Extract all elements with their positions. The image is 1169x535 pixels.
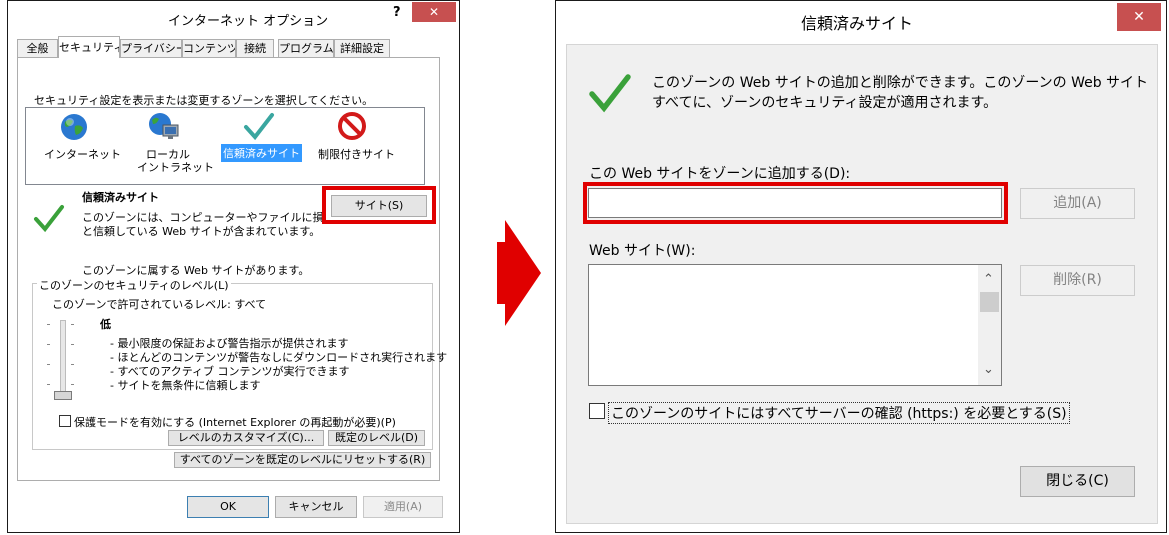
trusted-checkmark-icon <box>34 205 64 233</box>
info-checkmark-icon <box>589 74 631 113</box>
protected-mode-checkbox[interactable] <box>59 415 71 427</box>
zone-description-line2: と信頼している Web サイトが含まれています。 <box>82 225 321 238</box>
scroll-down-arrow[interactable]: ⌄ <box>983 362 994 377</box>
arrow-right-icon <box>497 220 541 326</box>
tab-security[interactable]: セキュリティ <box>58 36 120 58</box>
require-https-checkbox[interactable] <box>589 403 605 419</box>
add-website-input-highlight <box>583 182 1008 224</box>
checkmark-icon <box>244 113 274 141</box>
ok-button[interactable]: OK <box>187 496 269 518</box>
help-button[interactable]: ? <box>393 5 401 20</box>
window-title: インターネット オプション <box>168 14 329 29</box>
info-line1: このゾーンの Web サイトの追加と削除ができます。このゾーンの Web サイト <box>652 75 1149 91</box>
has-sites-text: このゾーンに属する Web サイトがあります。 <box>82 264 310 277</box>
zone-internet-label[interactable]: インターネット <box>44 146 121 162</box>
protected-mode-label[interactable]: 保護モードを有効にする (Internet Explorer の再起動が必要)(… <box>74 414 396 430</box>
custom-level-button[interactable]: レベルのカスタマイズ(C)... <box>168 430 324 446</box>
zone-trusted-label[interactable]: 信頼済みサイト <box>221 144 302 162</box>
tab-programs[interactable]: プログラム <box>278 39 334 57</box>
info-line2: すべてに、ゾーンのセキュリティ設定が適用されます。 <box>652 95 998 111</box>
scroll-thumb[interactable] <box>980 292 999 312</box>
close-button[interactable]: ✕ <box>412 2 456 22</box>
tab-privacy[interactable]: プライバシー <box>120 39 182 57</box>
trusted-sites-title: 信頼済みサイト <box>801 14 914 33</box>
tab-general[interactable]: 全般 <box>17 39 58 57</box>
default-level-button[interactable]: 既定のレベル(D) <box>328 430 425 446</box>
zone-restricted-label[interactable]: 制限付きサイト <box>318 146 395 162</box>
zone-instruction: セキュリティ設定を表示または変更するゾーンを選択してください。 <box>34 94 374 107</box>
tab-content[interactable]: コンテンツ <box>182 39 236 57</box>
zone-intranet-label[interactable]: イントラネット <box>137 159 214 175</box>
zone-heading: 信頼済みサイト <box>82 191 159 204</box>
security-slider-thumb[interactable] <box>54 391 72 400</box>
level-item-4: - サイトを無条件に信頼します <box>110 379 261 392</box>
level-name: 低 <box>100 318 111 331</box>
allowed-levels-text: このゾーンで許可されているレベル: すべて <box>52 298 267 311</box>
apply-button[interactable]: 適用(A) <box>363 496 443 518</box>
sites-button-highlight <box>322 186 436 224</box>
slider-ticks <box>47 320 83 398</box>
security-level-group-label: このゾーンのセキュリティのレベル(L) <box>37 277 231 293</box>
restricted-icon <box>338 112 366 140</box>
cancel-button[interactable]: キャンセル <box>275 496 357 518</box>
tab-advanced[interactable]: 詳細設定 <box>334 39 390 57</box>
close-dialog-button[interactable]: 閉じる(C) <box>1020 466 1135 497</box>
trusted-sites-close-button[interactable]: ✕ <box>1117 3 1161 31</box>
scroll-up-arrow[interactable]: ⌃ <box>983 272 994 287</box>
tab-connections[interactable]: 接続 <box>236 39 274 57</box>
add-website-label: この Web サイトをゾーンに追加する(D): <box>589 166 851 182</box>
remove-button[interactable]: 削除(R) <box>1020 265 1135 296</box>
require-https-label[interactable]: このゾーンのサイトにはすべてサーバーの確認 (https:) を必要とする(S) <box>608 402 1070 424</box>
intranet-icon <box>149 113 179 139</box>
globe-icon <box>61 114 87 140</box>
reset-all-zones-button[interactable]: すべてのゾーンを既定のレベルにリセットする(R) <box>174 452 431 468</box>
add-button[interactable]: 追加(A) <box>1020 188 1135 219</box>
websites-list[interactable] <box>588 264 1002 386</box>
websites-label: Web サイト(W): <box>589 243 696 259</box>
